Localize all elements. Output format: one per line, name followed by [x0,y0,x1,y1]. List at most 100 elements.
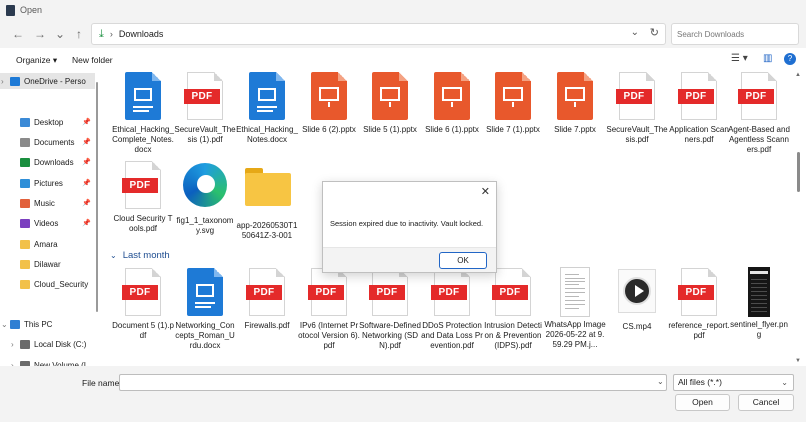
forward-arrow-icon[interactable]: → [33,27,47,41]
file-item[interactable]: PDF reference_report.pdf [668,267,730,341]
file-name-input[interactable] [119,374,667,391]
powerpoint-file-icon [430,72,474,122]
sidebar-item-label: Music [34,198,55,208]
folder-icon [245,168,291,218]
back-arrow-icon[interactable]: ← [11,27,25,41]
expand-chevron-icon[interactable]: › [1,77,4,86]
folder-icon [20,279,30,289]
new-folder-button[interactable]: New folder [72,55,113,65]
breadcrumb-downloads[interactable]: Downloads [119,29,164,39]
preview-pane-icon[interactable]: ▥ [763,53,772,64]
content-scrollbar[interactable] [794,70,802,366]
file-item[interactable]: Slide 7 (1).pptx [482,71,544,135]
pin-icon: 📌 [82,159,91,166]
powerpoint-file-icon [553,72,597,122]
file-dialog-footer: File name: ⌄ All files (*.*) ⌄ Open Canc… [0,366,806,422]
session-expired-dialog: ✕ Session expired due to inactivity. Vau… [322,181,497,273]
file-item[interactable]: Slide 6 (1).pptx [421,71,483,135]
up-arrow-icon[interactable]: ↑ [72,27,86,41]
file-item[interactable]: Ethical_Hacking_Notes.docx [236,71,298,145]
file-item[interactable]: PDF IPv6 (Internet Protocol Version 6).pd… [298,267,360,351]
sidebar-item[interactable]: Desktop 📌 [0,114,95,130]
file-item[interactable]: fig1_1_taxonomy.svg [174,160,236,236]
view-options-icon[interactable]: ☰ ▾ [731,53,748,64]
sidebar-item[interactable]: Dilawar [0,256,95,272]
address-bar[interactable]: ⤓ › Downloads ⌄ ↻ [91,23,666,45]
file-item[interactable]: Slide 5 (1).pptx [359,71,421,135]
recent-locations-chevron-icon[interactable]: ⌄ [53,27,67,41]
file-item[interactable]: PDF Cloud Security Tools.pdf [112,160,174,234]
video-file-icon [615,269,659,319]
file-name: Software-Defined Networking (SDN).pdf [359,321,421,350]
expand-chevron-icon[interactable]: ⌄ [1,320,8,329]
file-item[interactable]: CS.mp4 [606,267,668,332]
file-item[interactable]: Ethical_Hacking_Complete_Notes.docx [112,71,174,155]
file-item[interactable]: Networking_Concepts_Roman_Urdu.docx [174,267,236,351]
file-type-filter-select[interactable]: All files (*.*) ⌄ [673,374,794,391]
pdf-file-icon: PDF [121,268,165,318]
help-icon[interactable]: ? [784,53,796,65]
dialog-footer: OK [323,247,496,272]
file-item[interactable]: PDF Agent-Based and Agentless Scanners.pd… [728,71,790,155]
sidebar-item[interactable]: Amara [0,236,95,252]
pdf-file-icon: PDF [677,268,721,318]
file-item[interactable]: PDF Intrusion Detection & Prevention (IDP… [482,267,544,351]
sidebar-item[interactable]: › OneDrive - Perso [0,73,95,89]
expand-chevron-icon[interactable]: › [11,340,14,349]
file-item[interactable]: PDF Software-Defined Networking (SDN).pdf [359,267,421,351]
file-name: Firewalls.pdf [244,321,290,330]
pdf-file-icon: PDF [245,268,289,318]
sidebar-item[interactable]: › Local Disk (C:) [0,336,95,352]
content-scrollbar-thumb[interactable] [797,152,800,192]
file-name: Ethical_Hacking_Complete_Notes.docx [112,125,174,154]
pc-icon [10,319,20,329]
ok-button[interactable]: OK [439,252,487,269]
file-item[interactable]: PDF Document 5 (1).pdf [112,267,174,341]
file-name: Slide 7.pptx [554,125,596,134]
file-name: Application Scanners.pdf [669,125,729,144]
sidebar-item[interactable]: ⌄ This PC [0,316,95,332]
close-icon[interactable]: ✕ [481,185,490,198]
file-item[interactable]: PDF SecureVault_Thesis (1).pdf [174,71,236,145]
file-item[interactable]: app-20260530T150641Z-3-001 [236,160,298,241]
sidebar-item[interactable]: Pictures 📌 [0,175,95,191]
file-name: sentinel_flyer.png [730,320,788,339]
file-item[interactable]: Slide 6 (2).pptx [298,71,360,135]
pdf-file-icon: PDF [430,268,474,318]
sidebar-item[interactable]: › New Volume (I [0,357,95,366]
word-document-icon [245,72,289,122]
sidebar-item-label: Documents [34,137,75,147]
refresh-icon[interactable]: ↻ [650,26,659,39]
breadcrumb-separator[interactable]: › [110,29,113,39]
file-item[interactable]: PDF Application Scanners.pdf [668,71,730,145]
sidebar-item[interactable]: Downloads 📌 [0,154,95,170]
file-item[interactable]: WhatsApp Image 2026-05-22 at 9.59.29 PM.… [544,267,606,350]
file-item[interactable]: PDF DDoS Protection and Data Loss Prevent… [421,267,483,351]
dialog-message: Session expired due to inactivity. Vault… [330,219,484,228]
file-item[interactable]: PDF Firewalls.pdf [236,267,298,331]
file-item[interactable]: sentinel_flyer.png [728,267,790,340]
address-history-chevron-icon[interactable]: ⌄ [631,27,639,38]
file-name: DDoS Protection and Data Loss Prevention… [421,321,483,350]
sidebar-item[interactable]: Cloud_Security [0,276,95,292]
sidebar-item[interactable]: Music 📌 [0,195,95,211]
search-input[interactable] [671,23,799,45]
organize-button[interactable]: Organize ▾ [16,55,57,66]
file-name-dropdown-chevron-icon[interactable]: ⌄ [657,377,664,386]
sidebar-scrollbar-thumb[interactable] [96,82,98,312]
scroll-up-arrow-icon[interactable]: ▲ [795,72,801,78]
file-item[interactable]: Slide 7.pptx [544,71,606,135]
group-header-last-month[interactable]: ⌄ Last month [110,250,170,261]
file-item[interactable]: PDF SecureVault_Thesis.pdf [606,71,668,145]
file-name: Slide 5 (1).pptx [363,125,417,134]
scroll-down-arrow-icon[interactable]: ▼ [795,358,801,364]
sidebar-item[interactable]: Videos 📌 [0,215,95,231]
collapse-chevron-icon[interactable]: ⌄ [110,251,117,260]
cancel-button[interactable]: Cancel [738,394,794,411]
sidebar-item[interactable]: Documents 📌 [0,134,95,150]
folder-icon [20,239,30,249]
file-name: app-20260530T150641Z-3-001 [236,221,298,240]
window-title: Open [20,5,43,15]
open-button[interactable]: Open [675,394,730,411]
filter-chevron-icon: ⌄ [781,378,788,387]
